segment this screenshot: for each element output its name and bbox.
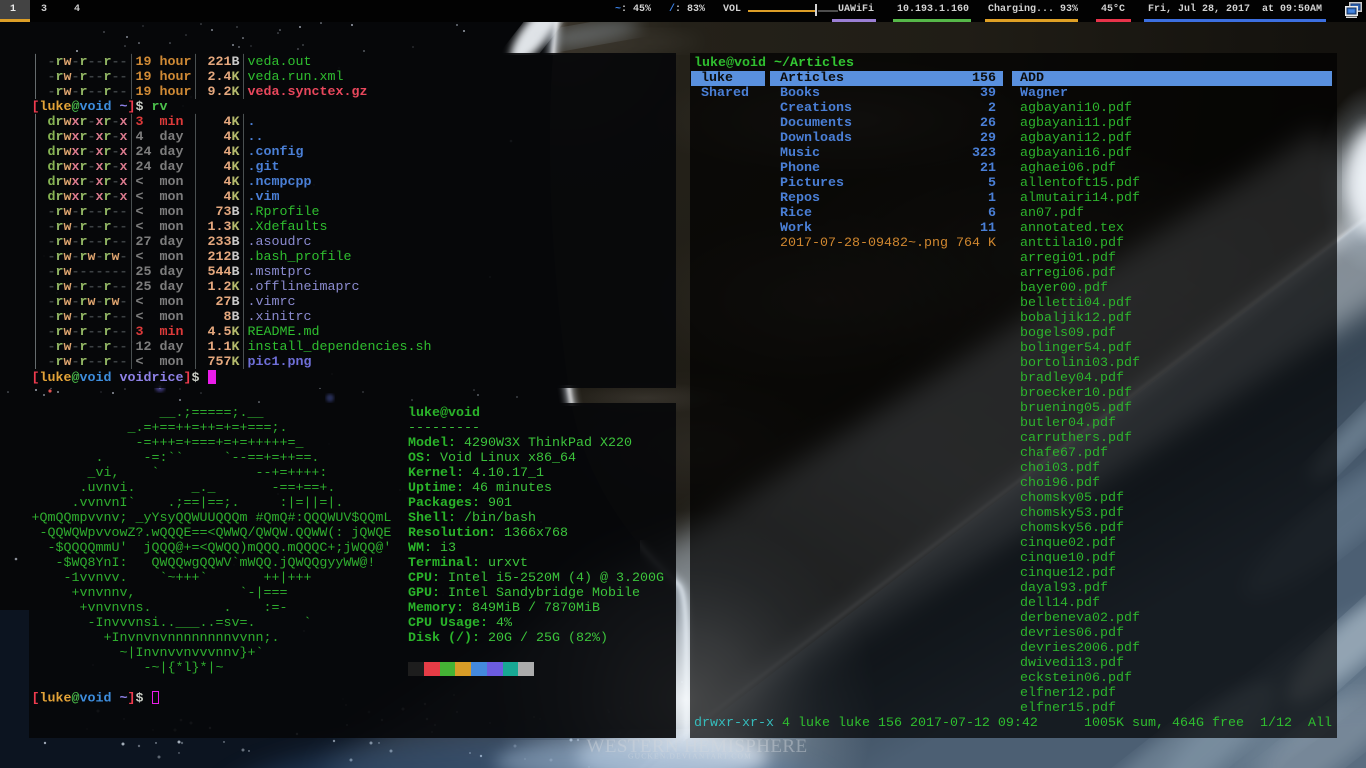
svg-text:GUCKEN.DEVIANTART.COM: GUCKEN.DEVIANTART.COM — [628, 752, 752, 761]
